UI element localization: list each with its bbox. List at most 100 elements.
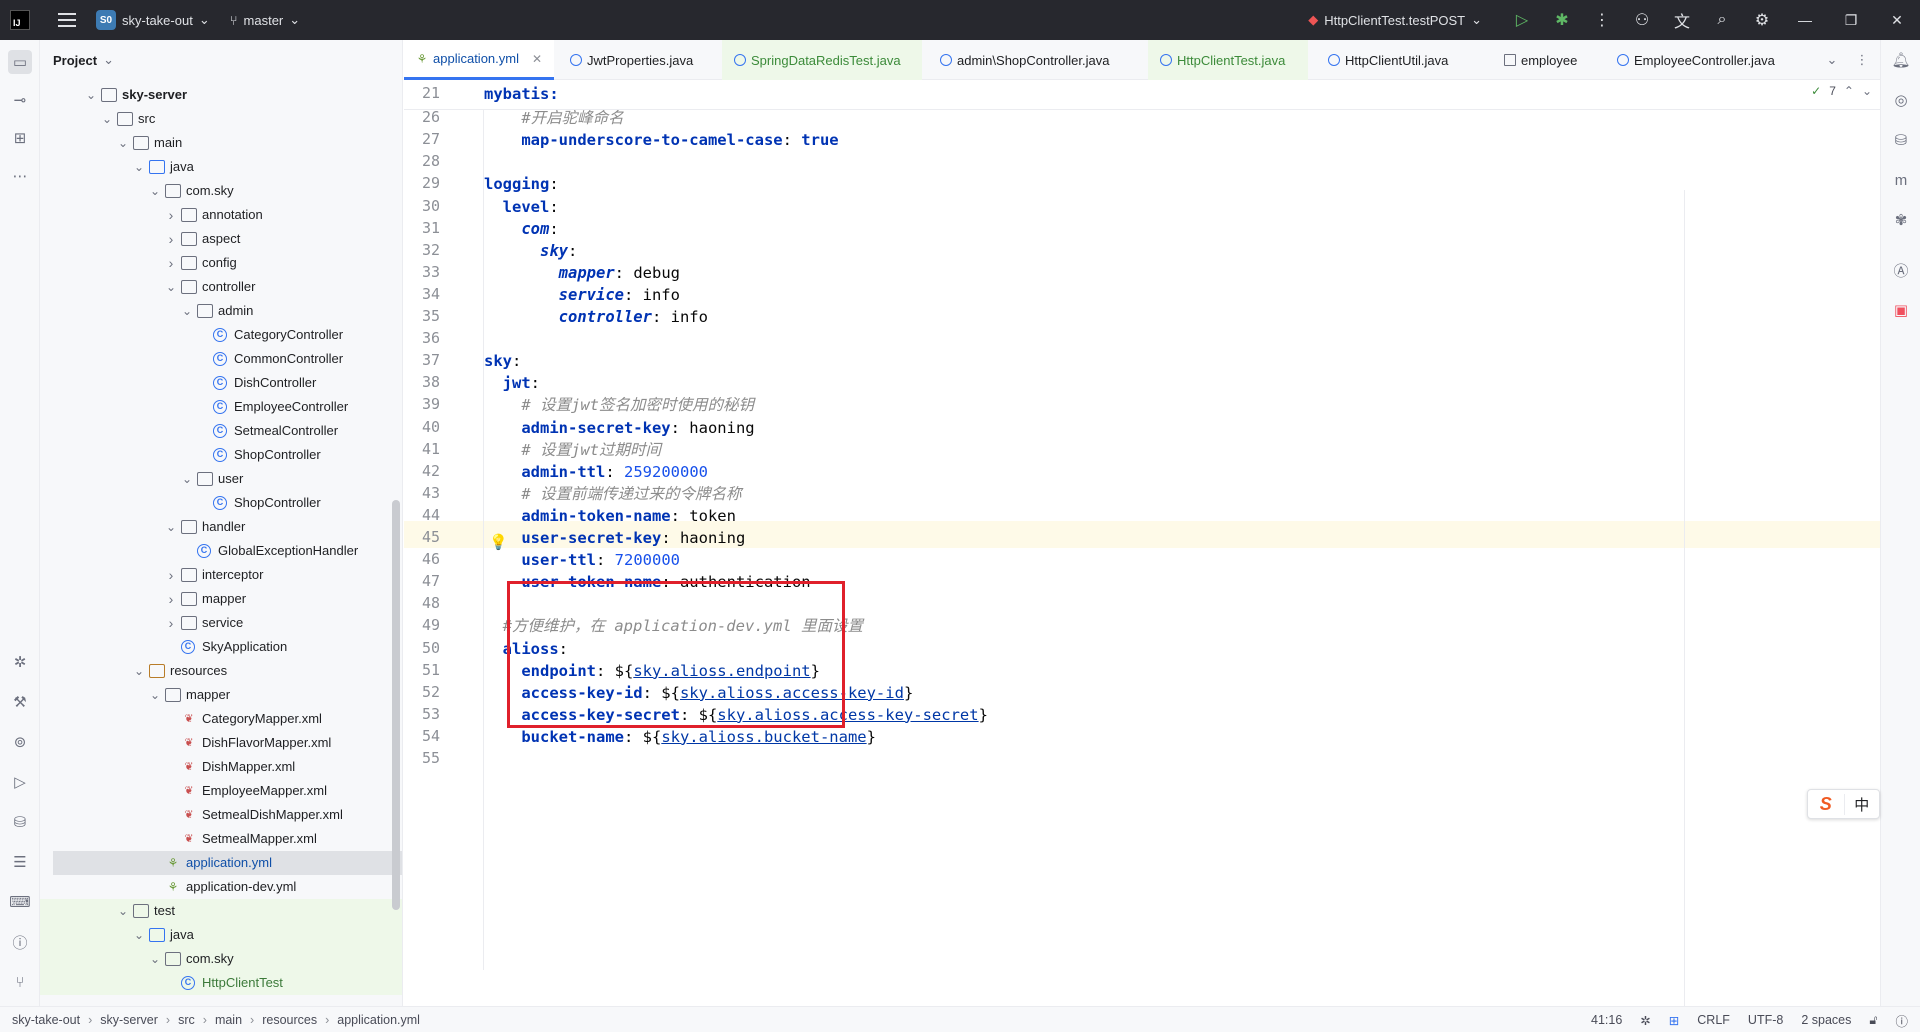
- intention-bulb-icon[interactable]: 💡: [489, 533, 508, 551]
- tree-item[interactable]: C SetmealController: [40, 419, 402, 443]
- todo-tool-icon[interactable]: ☰: [8, 850, 32, 874]
- ide-logo-icon[interactable]: IJ: [10, 10, 30, 30]
- tree-item[interactable]: › annotation: [40, 203, 402, 227]
- plugin-icon[interactable]: ✾: [1889, 208, 1913, 232]
- branch-selector[interactable]: ⑂ master ⌄: [230, 12, 300, 28]
- chevron-down-icon[interactable]: ⌄: [132, 923, 146, 947]
- breadcrumb-item[interactable]: main: [215, 1013, 242, 1027]
- tree-item[interactable]: ⌄ resources: [40, 659, 402, 683]
- indent-setting[interactable]: 2 spaces: [1801, 1013, 1851, 1027]
- tree-item[interactable]: ⌄ test: [40, 899, 402, 923]
- chevron-down-icon[interactable]: ⌄: [148, 947, 162, 971]
- tree-item[interactable]: ⌄ com.sky: [40, 179, 402, 203]
- chevron-down-icon[interactable]: ⌄: [132, 155, 146, 179]
- run-icon[interactable]: ▷: [1502, 0, 1542, 40]
- breadcrumb-item[interactable]: sky-take-out: [12, 1013, 80, 1027]
- chevron-right-icon[interactable]: ›: [164, 251, 178, 275]
- code-editor[interactable]: 21 mybatis: ✓ 7 ⌃ ⌄ 25262728293031323334…: [404, 80, 1880, 1006]
- debug-tool-icon[interactable]: ✲: [8, 650, 32, 674]
- more-actions-icon[interactable]: ⋮: [1582, 0, 1622, 40]
- restore-button[interactable]: ❐: [1828, 0, 1874, 40]
- chevron-down-icon[interactable]: ⌄: [164, 275, 178, 299]
- chevron-down-icon[interactable]: ⌄: [148, 179, 162, 203]
- tree-item[interactable]: C SkyApplication: [40, 635, 402, 659]
- chevron-up-icon[interactable]: ⌃: [1844, 84, 1854, 98]
- tree-item[interactable]: ❦ SetmealMapper.xml: [40, 827, 402, 851]
- tree-item[interactable]: › config: [40, 251, 402, 275]
- chevron-down-icon[interactable]: ⌄: [132, 659, 146, 683]
- translate-panel-icon[interactable]: Ⓐ: [1889, 258, 1913, 282]
- tree-item[interactable]: C CommonController: [40, 347, 402, 371]
- run-tool-icon[interactable]: ▷: [8, 770, 32, 794]
- editor-tab[interactable]: SpringDataRedisTest.java: [722, 40, 922, 80]
- project-scrollbar[interactable]: [392, 500, 400, 910]
- database-icon[interactable]: ⛁: [1889, 128, 1913, 152]
- tree-item[interactable]: ⌄ src: [40, 107, 402, 131]
- ime-indicator[interactable]: S 中: [1807, 789, 1880, 819]
- file-encoding[interactable]: UTF-8: [1748, 1013, 1783, 1027]
- search-icon[interactable]: ⌕: [1702, 0, 1742, 40]
- debug-icon[interactable]: ✱: [1542, 0, 1582, 40]
- tree-item[interactable]: C EmployeeController: [40, 395, 402, 419]
- database-tool-icon[interactable]: ⛁: [8, 810, 32, 834]
- close-tab-icon[interactable]: ✕: [532, 52, 542, 66]
- editor-tab[interactable]: JwtProperties.java: [558, 40, 718, 80]
- windows-icon[interactable]: ⊞: [1669, 1013, 1679, 1028]
- tree-item[interactable]: ❦ DishMapper.xml: [40, 755, 402, 779]
- project-selector[interactable]: S0 sky-take-out ⌄: [96, 10, 210, 30]
- tree-item[interactable]: ❦ SetmealDishMapper.xml: [40, 803, 402, 827]
- tree-item[interactable]: C HttpClientTest: [40, 971, 402, 995]
- main-menu-icon[interactable]: [58, 13, 76, 27]
- tree-item[interactable]: C ShopController: [40, 491, 402, 515]
- chevron-right-icon[interactable]: ›: [164, 611, 178, 635]
- tree-item[interactable]: › aspect: [40, 227, 402, 251]
- chevron-down-icon[interactable]: ⌄: [164, 515, 178, 539]
- chevron-right-icon[interactable]: ›: [164, 203, 178, 227]
- caret-position[interactable]: 41:16: [1591, 1013, 1622, 1027]
- tree-item[interactable]: C CategoryController: [40, 323, 402, 347]
- minimize-button[interactable]: —: [1782, 0, 1828, 40]
- tree-item[interactable]: ⌄ user: [40, 467, 402, 491]
- editor-tab[interactable]: employee: [1492, 40, 1600, 80]
- build-tool-icon[interactable]: ⚒: [8, 690, 32, 714]
- tree-item[interactable]: ⌄ admin: [40, 299, 402, 323]
- settings-gear-icon[interactable]: ⚙: [1742, 0, 1782, 40]
- app-plugin-icon[interactable]: ▣: [1889, 298, 1913, 322]
- tree-item[interactable]: C DishController: [40, 371, 402, 395]
- tree-item[interactable]: ⌄ handler: [40, 515, 402, 539]
- tabs-dropdown-icon[interactable]: ⌄: [1819, 40, 1845, 80]
- project-panel-header[interactable]: Project ⌄: [40, 40, 402, 80]
- editor-tab[interactable]: ⚘ application.yml ✕: [404, 40, 554, 80]
- plugin-status-icon[interactable]: ✲: [1640, 1013, 1650, 1028]
- chevron-down-icon[interactable]: ⌄: [116, 899, 130, 923]
- line-ending[interactable]: CRLF: [1697, 1013, 1730, 1027]
- code-content[interactable]: configuration: #开启驼峰命名 map-underscore-to…: [484, 80, 1880, 1006]
- more-tools-icon[interactable]: ⋯: [8, 164, 32, 188]
- editor-tab[interactable]: EmployeeController.java: [1605, 40, 1810, 80]
- tree-item[interactable]: ⌄ sky-server: [40, 83, 402, 107]
- editor-tab[interactable]: admin\ShopController.java: [928, 40, 1142, 80]
- breadcrumb-item[interactable]: src: [178, 1013, 195, 1027]
- project-tool-icon[interactable]: ▭: [8, 50, 32, 74]
- tree-item[interactable]: ⌄ controller: [40, 275, 402, 299]
- breadcrumb-item[interactable]: sky-server: [100, 1013, 158, 1027]
- commit-tool-icon[interactable]: ⊸: [8, 88, 32, 112]
- tree-item[interactable]: › interceptor: [40, 563, 402, 587]
- code-line[interactable]: map-underscore-to-camel-case: true: [484, 127, 838, 154]
- tree-item[interactable]: ⌄ com.sky: [40, 947, 402, 971]
- breadcrumb-item[interactable]: application.yml: [337, 1013, 420, 1027]
- sticky-header[interactable]: 21 mybatis: ✓ 7 ⌃ ⌄: [404, 80, 1880, 110]
- add-user-icon[interactable]: ⚇: [1622, 0, 1662, 40]
- help-icon[interactable]: ⓘ: [1895, 1011, 1908, 1030]
- tabs-more-icon[interactable]: ⋮: [1849, 40, 1875, 80]
- property-reference-link[interactable]: sky.alioss.bucket-name: [661, 728, 866, 746]
- chevron-down-icon[interactable]: ⌄: [180, 299, 194, 323]
- tree-item[interactable]: C ShopController: [40, 443, 402, 467]
- tree-item[interactable]: C GlobalExceptionHandler: [40, 539, 402, 563]
- tree-item[interactable]: ⚘ application.yml: [53, 851, 402, 875]
- tree-item[interactable]: ⌄ mapper: [40, 683, 402, 707]
- run-config-selector[interactable]: ◆ HttpClientTest.testPOST ⌄: [1308, 12, 1482, 28]
- terminal-tool-icon[interactable]: ⌨: [8, 890, 32, 914]
- close-window-button[interactable]: ✕: [1874, 0, 1920, 40]
- git-tool-icon[interactable]: ⑂: [8, 970, 32, 994]
